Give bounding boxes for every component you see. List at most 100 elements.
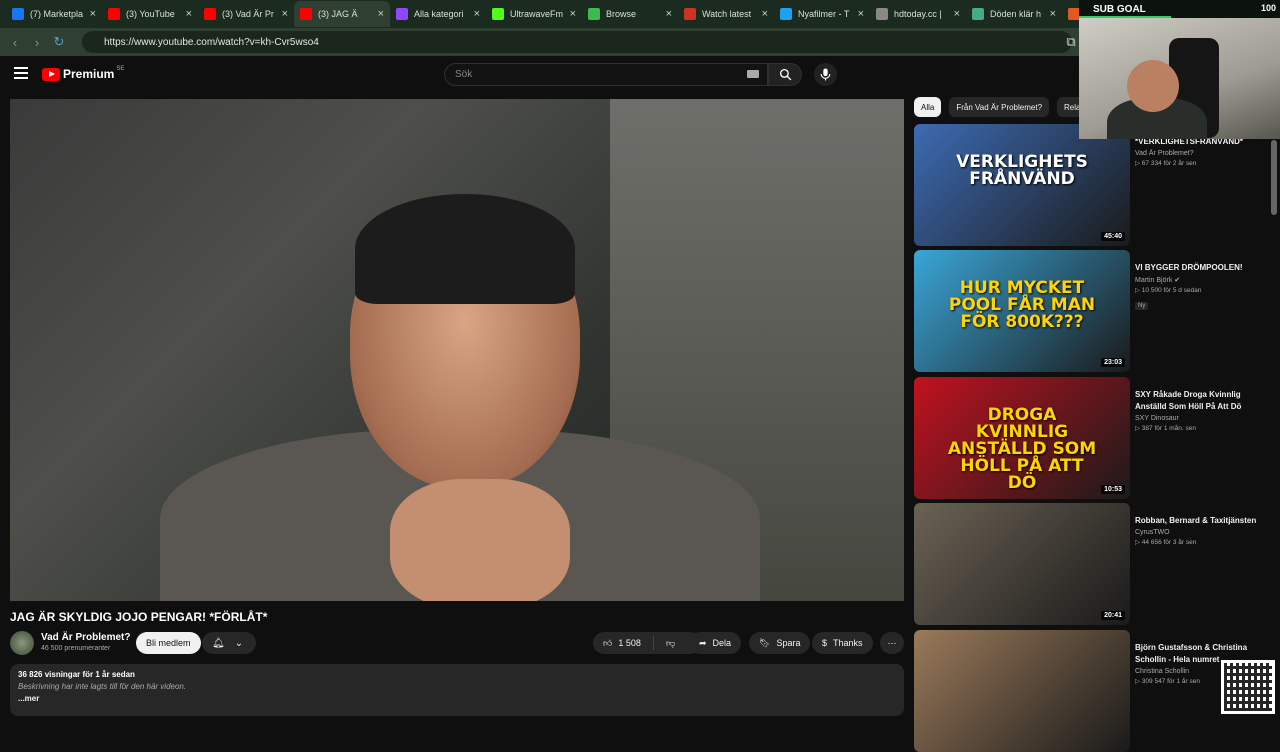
channel-name[interactable]: Vad Är Problemet? (1135, 150, 1270, 157)
browser-tab[interactable]: (3) Vad Är Pr × (198, 1, 294, 27)
close-tab-icon[interactable]: × (666, 8, 672, 20)
channel-name[interactable]: Vad Är Problemet? (41, 632, 130, 643)
channel-avatar[interactable] (10, 631, 34, 655)
recommendation-item[interactable]: 20:41 Robban, Bernard & Taxitjänsten Cyr… (914, 503, 1274, 625)
reload-icon[interactable]: ↻ (48, 34, 70, 50)
sub-goal-count: 100 (1260, 3, 1276, 13)
microphone-icon (820, 68, 831, 81)
tab-title: UltrawaveFm (510, 9, 564, 19)
like-dislike-group: 👍︎ 1 508 👎︎ (593, 632, 701, 654)
recommendation-item[interactable]: DROGA KVINNLIG ANSTÄLLD SOM HÖLL PÅ ATT … (914, 377, 1274, 499)
video-thumbnail[interactable]: HUR MYCKET POOL FÅR MAN FÖR 800K??? 23:03 (914, 250, 1130, 372)
more-link[interactable]: ...mer (18, 694, 896, 703)
browser-tab[interactable]: Alla kategori × (390, 1, 486, 27)
channel-name[interactable]: Martin Björk ✔ (1135, 276, 1270, 284)
notification-button[interactable]: 🔔︎ ⌄ (202, 632, 256, 654)
keyboard-icon[interactable] (747, 70, 759, 78)
tab-favicon-icon (972, 8, 984, 20)
tab-title: Watch latest (702, 9, 752, 19)
browser-tab[interactable]: (3) JAG Ä × (294, 1, 390, 27)
video-title[interactable]: VI BYGGER DRÖMPOOLEN! (1135, 262, 1270, 274)
recommendation-item[interactable]: HUR MYCKET POOL FÅR MAN FÖR 800K??? 23:03… (914, 250, 1274, 372)
chevron-down-icon: ⌄ (234, 637, 244, 649)
video-title[interactable]: SXY Råkade Droga Kvinnlig Anställd Som H… (1135, 389, 1270, 413)
recommendation-item[interactable]: VERKLIGHETS FRÅNVÄND 45:40 *VERKLIGHETSFR… (914, 124, 1274, 246)
menu-icon[interactable] (14, 67, 28, 79)
tab-title: (7) Marketpla (30, 9, 84, 19)
video-title: JAG ÄR SKYLDIG JOJO PENGAR! *FÖRLÅT* (10, 610, 268, 624)
video-thumbnail[interactable]: 20:41 (914, 503, 1130, 625)
tab-favicon-icon (492, 8, 504, 20)
video-thumbnail[interactable]: VERKLIGHETS FRÅNVÄND 45:40 (914, 124, 1130, 246)
video-player[interactable] (10, 99, 904, 601)
tab-title: (3) YouTube (126, 9, 175, 19)
forward-icon[interactable]: › (26, 35, 48, 50)
youtube-logo[interactable]: Premium SE (42, 66, 124, 81)
close-tab-icon[interactable]: × (858, 8, 864, 20)
browser-tab[interactable]: Browse × (582, 1, 678, 27)
close-tab-icon[interactable]: × (282, 8, 288, 20)
video-person-cap (355, 194, 575, 304)
dislike-button[interactable]: 👎︎ (666, 638, 675, 649)
tab-title: Döden klär h (990, 9, 1042, 19)
youtube-play-icon (42, 67, 60, 81)
more-actions-button[interactable]: ⋯ (880, 632, 904, 654)
thumbnail-text: DROGA KVINNLIG ANSTÄLLD SOM HÖLL PÅ ATT … (947, 405, 1097, 493)
tab-favicon-icon (300, 8, 312, 20)
close-tab-icon[interactable]: × (474, 8, 480, 20)
browser-tab[interactable]: Nyafilmer - T × (774, 1, 870, 27)
video-meta: Robban, Bernard & Taxitjänsten CyrusTWO … (1135, 515, 1270, 546)
close-tab-icon[interactable]: × (90, 8, 96, 20)
browser-tab[interactable]: (7) Marketpla × (6, 1, 102, 27)
join-button[interactable]: Bli medlem (136, 632, 201, 654)
close-tab-icon[interactable]: × (762, 8, 768, 20)
channel-name[interactable]: SXY Dinosaur (1135, 415, 1270, 422)
scrollbar[interactable] (1271, 140, 1277, 215)
sub-goal-overlay: SUB GOAL 100 (1079, 0, 1280, 18)
share-icon: ➦ (699, 637, 707, 648)
video-thumbnail[interactable] (914, 630, 1130, 752)
recommendation-item[interactable]: Björn Gustafsson & Christina Schollin - … (914, 630, 1274, 752)
back-icon[interactable]: ‹ (4, 35, 26, 50)
filter-chip[interactable]: Från Vad Är Problemet? (949, 97, 1050, 117)
filter-chips: Alla Från Vad Är Problemet? Rela (914, 97, 1088, 117)
bookmark-icon: 🔖︎ (759, 637, 771, 648)
description-box[interactable]: 36 826 visningar för 1 år sedan Beskrivn… (10, 664, 904, 716)
browser-tab[interactable]: Watch latest × (678, 1, 774, 27)
video-title[interactable]: Robban, Bernard & Taxitjänsten (1135, 515, 1270, 527)
browser-tab[interactable]: hdtoday.cc | × (870, 1, 966, 27)
filter-chip[interactable]: Alla (914, 97, 942, 117)
thanks-icon: $ (822, 638, 828, 648)
save-button[interactable]: 🔖︎ Spara (749, 632, 811, 654)
thumbs-up-icon: 👍︎ (603, 637, 613, 648)
video-meta: *VERKLIGHETSFRÅNVÄND* Vad Är Problemet? … (1135, 136, 1270, 167)
search-button[interactable] (768, 63, 802, 86)
video-duration: 23:03 (1101, 358, 1125, 367)
browser-tab[interactable]: Döden klär h × (966, 1, 1062, 27)
voice-search-button[interactable] (814, 63, 837, 86)
search-input[interactable]: Sök (444, 63, 768, 86)
video-stats: ▷ 44 656 för 3 år sen (1135, 539, 1197, 546)
close-tab-icon[interactable]: × (954, 8, 960, 20)
browser-tab[interactable]: UltrawaveFm × (486, 1, 582, 27)
video-duration: 10:53 (1101, 485, 1125, 494)
search-placeholder: Sök (455, 69, 473, 80)
bell-icon: 🔔︎ (212, 637, 225, 649)
tab-favicon-icon (12, 8, 24, 20)
thanks-button[interactable]: $ Thanks (812, 632, 873, 654)
close-tab-icon[interactable]: × (570, 8, 576, 20)
close-tab-icon[interactable]: × (1050, 8, 1056, 20)
like-button[interactable]: 👍︎ 1 508 (603, 638, 641, 649)
url-field[interactable]: https://www.youtube.com/watch?v=kh-Cvr5w… (82, 31, 1072, 53)
close-tab-icon[interactable]: × (186, 8, 192, 20)
share-button[interactable]: ➦ Dela (689, 632, 742, 654)
more-icon: ⋯ (887, 637, 897, 648)
tab-title: (3) Vad Är Pr (222, 9, 274, 19)
video-thumbnail[interactable]: DROGA KVINNLIG ANSTÄLLD SOM HÖLL PÅ ATT … (914, 377, 1130, 499)
channel-name[interactable]: CyrusTWO (1135, 529, 1270, 536)
youtube-header: Premium SE Sök (0, 56, 1080, 94)
video-meta: SXY Råkade Droga Kvinnlig Anställd Som H… (1135, 389, 1270, 432)
video-stats: ▷ 387 för 1 mån. sen (1135, 425, 1197, 432)
browser-tab[interactable]: (3) YouTube × (102, 1, 198, 27)
close-tab-icon[interactable]: × (378, 8, 384, 20)
